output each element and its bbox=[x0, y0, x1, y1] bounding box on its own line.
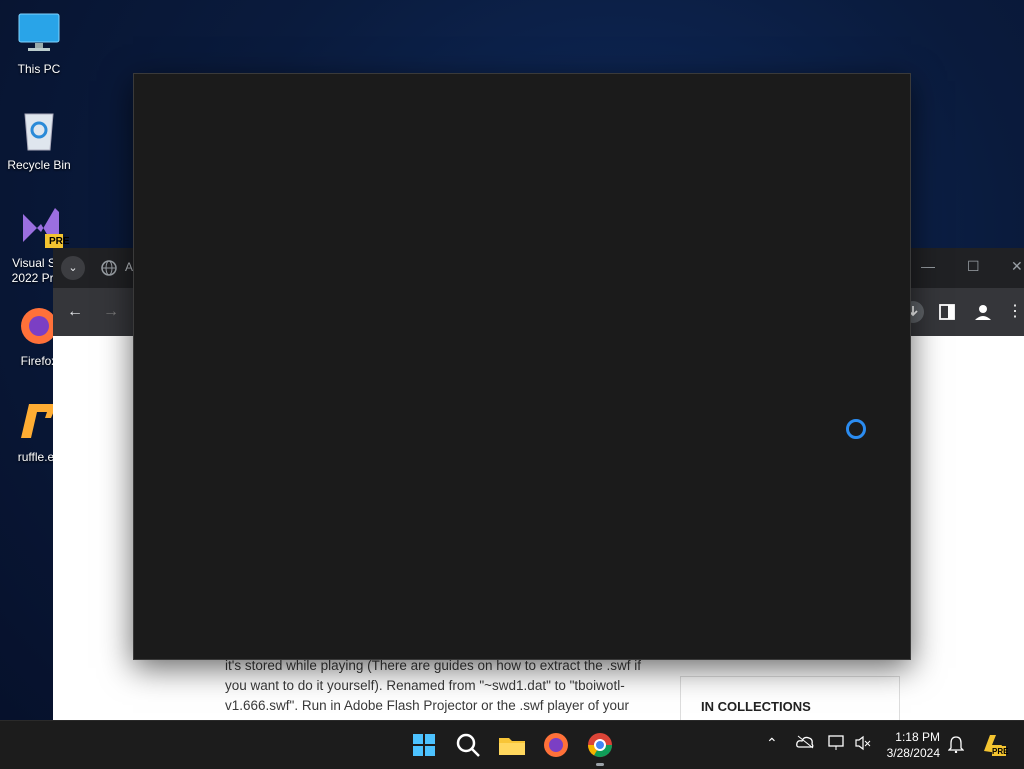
desktop-icon-label: Recycle Bin bbox=[7, 158, 71, 172]
cloud-offline-icon[interactable] bbox=[796, 735, 814, 752]
monitor-icon bbox=[15, 10, 63, 58]
pre-badge: PRE bbox=[49, 236, 70, 247]
collections-heading: IN COLLECTIONS bbox=[701, 699, 811, 714]
clock-date: 3/28/2024 bbox=[886, 746, 940, 760]
pre-badge: PRE bbox=[992, 747, 1009, 756]
globe-icon bbox=[101, 260, 117, 276]
loading-spinner-icon bbox=[846, 419, 866, 439]
chevron-up-icon[interactable]: ⌃ bbox=[766, 735, 778, 752]
menu-icon[interactable]: ⋮ bbox=[1007, 300, 1024, 324]
ruffle-player-window[interactable] bbox=[133, 73, 911, 660]
clock-time: 1:18 PM bbox=[895, 730, 940, 744]
clock[interactable]: 1:18 PM 3/28/2024 bbox=[887, 729, 940, 761]
notification-bell-icon[interactable] bbox=[947, 735, 965, 756]
profile-icon[interactable] bbox=[971, 300, 995, 324]
copilot-icon[interactable]: PRE bbox=[980, 731, 1009, 760]
tab-search-button[interactable]: ⌄ bbox=[61, 256, 85, 280]
forward-icon[interactable]: → bbox=[99, 300, 123, 324]
search-icon[interactable] bbox=[452, 729, 484, 761]
taskbar: ⌃ 1:18 PM 3/28/2024 PRE bbox=[0, 720, 1024, 769]
side-panel-icon[interactable] bbox=[935, 300, 959, 324]
maximize-icon[interactable]: ☐ bbox=[967, 258, 980, 275]
desktop-icon-recycle-bin[interactable]: Recycle Bin bbox=[1, 106, 77, 173]
start-button[interactable] bbox=[408, 729, 440, 761]
firefox-taskbar-icon[interactable] bbox=[540, 729, 572, 761]
tab-title[interactable]: A bbox=[125, 260, 133, 274]
file-explorer-icon[interactable] bbox=[496, 729, 528, 761]
chrome-taskbar-icon[interactable] bbox=[584, 729, 616, 766]
network-icon[interactable] bbox=[828, 735, 846, 754]
volume-muted-icon[interactable] bbox=[854, 735, 872, 754]
active-indicator bbox=[596, 763, 604, 766]
desktop-icon-this-pc[interactable]: This PC bbox=[1, 10, 77, 77]
desktop-icon-label: This PC bbox=[17, 62, 61, 76]
close-icon[interactable]: ✕ bbox=[1011, 258, 1023, 275]
minimize-icon[interactable]: — bbox=[921, 258, 935, 274]
recycle-bin-icon bbox=[15, 106, 63, 154]
back-icon[interactable]: ← bbox=[63, 300, 87, 324]
visual-studio-icon: PRE bbox=[15, 204, 75, 252]
